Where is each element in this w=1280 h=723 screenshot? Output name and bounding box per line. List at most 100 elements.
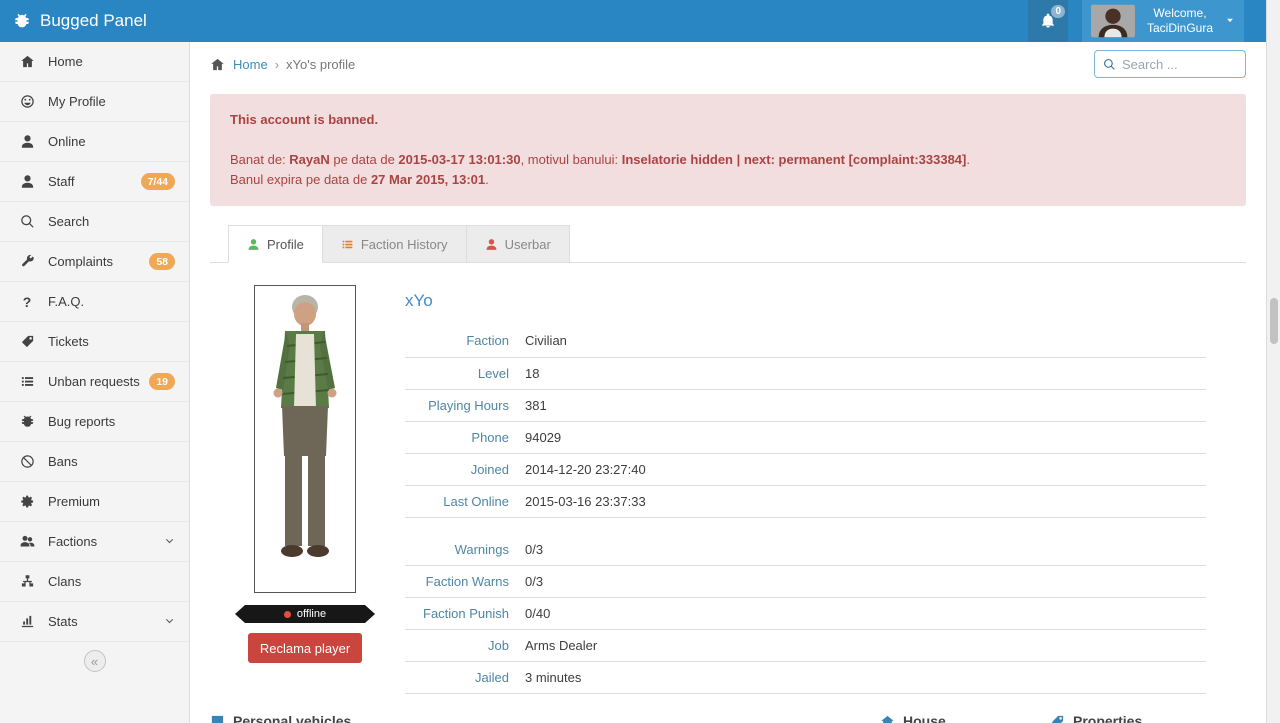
sidebar-item-online[interactable]: Online (0, 122, 189, 162)
section-title: House (903, 713, 946, 723)
avatar (1091, 4, 1135, 38)
sidebar-item-label: Factions (48, 534, 98, 549)
sidebar-item-tickets[interactable]: Tickets (0, 322, 189, 362)
sidebar-item-bug-reports[interactable]: Bug reports (0, 402, 189, 442)
breadcrumb-home-link[interactable]: Home (233, 57, 268, 72)
breadcrumb-current: xYo's profile (286, 56, 356, 72)
ban-reason: Inselatorie hidden | next: permanent [co… (621, 152, 967, 167)
profile-main-fields: Faction Civilian Level 18 Playing Hours … (405, 325, 1206, 518)
field-label: Joined (405, 453, 525, 486)
breadcrumb: Home › xYo's profile (190, 42, 1266, 86)
sidebar-item-stats[interactable]: Stats (0, 602, 189, 642)
ban-text: Banat de: (230, 152, 290, 167)
tab-profile[interactable]: Profile (228, 225, 323, 263)
home-icon (880, 714, 895, 723)
field-value: 2015-03-16 23:37:33 (525, 485, 1206, 518)
field-value: 94029 (525, 421, 1206, 454)
search-icon (18, 214, 36, 229)
sidebar-item-factions[interactable]: Factions (0, 522, 189, 562)
section-personal-vehicles: Personal vehicles (210, 713, 351, 723)
table-row: Playing Hours 381 (405, 389, 1206, 422)
user-icon (18, 134, 36, 149)
ban-text: pe data de (329, 152, 399, 167)
table-row: Faction Civilian (405, 325, 1206, 358)
user-icon (247, 238, 260, 251)
field-value: 2014-12-20 23:27:40 (525, 453, 1206, 486)
table-row: Joined 2014-12-20 23:27:40 (405, 453, 1206, 486)
table-row: Jailed 3 minutes (405, 661, 1206, 694)
section-title: Personal vehicles (233, 713, 352, 723)
sidebar-item-premium[interactable]: Premium (0, 482, 189, 522)
sidebar-item-home[interactable]: Home (0, 42, 189, 82)
field-label: Faction (405, 325, 525, 358)
sidebar-item-label: Home (48, 54, 83, 69)
sidebar-item-label: Premium (48, 494, 101, 509)
table-row: Faction Punish 0/40 (405, 597, 1206, 630)
check-square-icon (210, 714, 225, 723)
field-label: Faction Punish (405, 597, 525, 630)
notifications-button[interactable]: 0 (1028, 0, 1068, 42)
field-label: Faction Warns (405, 565, 525, 598)
sidebar-item-label: Clans (48, 574, 82, 589)
gear-icon (18, 494, 36, 509)
sidebar-item-faq[interactable]: ? F.A.Q. (0, 282, 189, 322)
list-icon (341, 238, 354, 251)
field-label: Playing Hours (405, 389, 525, 422)
tag-icon (1050, 714, 1065, 723)
sidebar-collapse-button[interactable]: « (83, 650, 106, 672)
sidebar-item-my-profile[interactable]: My Profile (0, 82, 189, 122)
ban-alert: This account is banned. Banat de: RayaN … (210, 94, 1246, 206)
sidebar-item-label: Tickets (48, 334, 89, 349)
profile-left-column: offline Reclama player (210, 285, 400, 694)
sidebar-item-clans[interactable]: Clans (0, 562, 189, 602)
tab-faction-history[interactable]: Faction History (321, 225, 467, 262)
field-value: 0/3 (525, 565, 1206, 598)
chevron-down-icon (164, 536, 175, 547)
ban-text: Banul expira pe data de (230, 172, 371, 187)
question-icon: ? (22, 293, 32, 310)
user-menu[interactable]: Welcome, TaciDinGura (1082, 0, 1244, 42)
bug-icon (13, 12, 31, 30)
scrollbar-thumb[interactable] (1270, 298, 1278, 344)
app-logo[interactable]: Bugged Panel (0, 11, 147, 31)
search-icon (1103, 58, 1116, 71)
report-player-button[interactable]: Reclama player (248, 633, 362, 663)
complaints-count-badge: 58 (149, 253, 175, 270)
status-label: offline (296, 608, 327, 620)
sitemap-icon (18, 574, 36, 589)
profile-section: offline Reclama player xYo Faction Civil… (210, 285, 1246, 694)
sidebar-item-complaints[interactable]: Complaints 58 (0, 242, 189, 282)
wrench-icon (18, 254, 36, 269)
home-icon (210, 57, 225, 72)
table-row: Warnings 0/3 (405, 533, 1206, 566)
bug-icon (18, 414, 36, 429)
sidebar-item-unban-requests[interactable]: Unban requests 19 (0, 362, 189, 402)
page-content: This account is banned. Banat de: RayaN … (190, 86, 1266, 723)
player-skin-image (254, 285, 356, 593)
main-area: Home › xYo's profile This account is ban… (190, 42, 1266, 723)
field-label: Level (405, 357, 525, 390)
search-box (1094, 50, 1246, 78)
sidebar-item-label: Staff (48, 174, 75, 189)
profile-tabs: Profile Faction History Userbar (210, 225, 1246, 263)
top-header: Bugged Panel 0 Welcome, TaciDinGura (0, 0, 1280, 42)
tab-userbar[interactable]: Userbar (465, 225, 570, 262)
sidebar-item-label: Search (48, 214, 90, 229)
table-row: Level 18 (405, 357, 1206, 390)
tag-icon (18, 334, 36, 349)
field-label: Last Online (405, 485, 525, 518)
staff-count-badge: 7/44 (140, 173, 175, 190)
field-label: Phone (405, 421, 525, 454)
chart-icon (18, 614, 36, 629)
sidebar-item-label: F.A.Q. (48, 294, 85, 309)
chevron-down-icon (164, 616, 175, 627)
unban-count-badge: 19 (149, 373, 175, 390)
users-icon (18, 534, 36, 549)
sidebar-item-label: Bans (48, 454, 78, 469)
ban-date: 2015-03-17 13:01:30 (398, 152, 521, 167)
vertical-scrollbar[interactable] (1266, 0, 1280, 723)
sidebar-item-staff[interactable]: Staff 7/44 (0, 162, 189, 202)
search-input[interactable] (1122, 56, 1237, 72)
sidebar-item-search[interactable]: Search (0, 202, 189, 242)
sidebar-item-bans[interactable]: Bans (0, 442, 189, 482)
